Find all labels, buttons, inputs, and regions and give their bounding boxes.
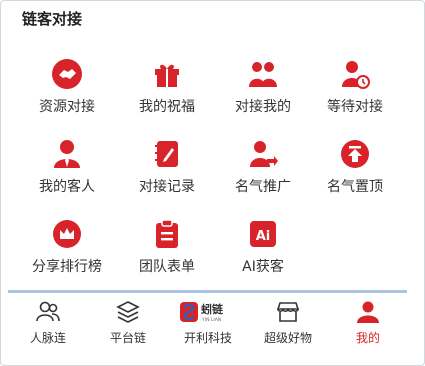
tab-label: 开利科技 <box>183 331 232 345</box>
contacts-icon <box>36 301 60 322</box>
gift-icon <box>155 64 179 87</box>
menu-item-label: AI获客 <box>242 259 284 275</box>
layers-icon <box>116 301 140 323</box>
menu-item-my-blessing[interactable]: 我的祝福 <box>114 58 220 116</box>
tab-label: 我的 <box>355 331 380 345</box>
tab-kaili-tech[interactable]: 蚓链 YIN LIAN 开利科技 <box>168 293 248 346</box>
menu-item-label: 等待对接 <box>327 99 383 115</box>
tab-mine[interactable]: 我的 <box>328 293 408 346</box>
menu-item-ai-acquire[interactable]: Ai AI获客 <box>210 218 316 276</box>
person-share-icon <box>250 141 278 167</box>
bottom-tab-bar: 人脉连 平台链 蚓链 YIN LIAN 开利科技 超级好物 我的 <box>8 290 407 351</box>
clipboard-icon <box>156 219 178 248</box>
menu-item-label: 分享排行榜 <box>32 259 102 275</box>
person-clock-icon <box>342 61 370 89</box>
menu-item-label: 对接记录 <box>139 179 195 195</box>
tab-label: 平台链 <box>109 331 146 345</box>
ai-icon: Ai <box>250 221 276 247</box>
menu-item-fame-top[interactable]: 名气置顶 <box>302 138 408 196</box>
menu-item-label: 资源对接 <box>39 99 95 115</box>
menu-item-resource-dock[interactable]: 资源对接 <box>14 58 120 116</box>
menu-item-team-form[interactable]: 团队表单 <box>114 218 220 276</box>
people-icon <box>249 62 277 87</box>
handshake-icon <box>52 59 82 89</box>
tab-super-goods[interactable]: 超级好物 <box>248 293 328 346</box>
menu-item-label: 名气置顶 <box>327 179 383 195</box>
menu-item-dock-records[interactable]: 对接记录 <box>114 138 220 196</box>
brand-logo-text: 蚓链 <box>201 302 224 316</box>
menu-item-waiting-dock[interactable]: 等待对接 <box>302 58 408 116</box>
shop-icon <box>276 302 300 322</box>
menu-item-dock-me[interactable]: 对接我的 <box>210 58 316 116</box>
menu-item-label: 对接我的 <box>235 99 291 115</box>
brand-logo-subtext: YIN LIAN <box>201 317 221 323</box>
menu-item-label: 我的客人 <box>39 179 95 195</box>
user-icon <box>357 301 379 323</box>
person-tie-icon <box>54 140 80 168</box>
menu-item-share-ranking[interactable]: 分享排行榜 <box>14 218 120 276</box>
brand-logo-icon: 蚓链 YIN LIAN <box>180 302 224 323</box>
notebook-pen-icon <box>155 141 178 167</box>
arrow-top-icon <box>341 140 369 168</box>
tab-label: 人脉连 <box>29 331 66 345</box>
menu-item-label: 我的祝福 <box>139 99 195 115</box>
tab-platform[interactable]: 平台链 <box>88 293 168 346</box>
svg-text:Ai: Ai <box>256 229 271 244</box>
menu-item-label: 团队表单 <box>139 259 195 275</box>
tab-contacts[interactable]: 人脉连 <box>8 293 88 346</box>
tab-label: 超级好物 <box>263 331 312 345</box>
crown-icon <box>53 220 81 248</box>
menu-item-my-guests[interactable]: 我的客人 <box>14 138 120 196</box>
menu-item-label: 名气推广 <box>235 179 291 195</box>
menu-item-fame-promotion[interactable]: 名气推广 <box>210 138 316 196</box>
section-title: 链客对接 <box>22 10 83 28</box>
